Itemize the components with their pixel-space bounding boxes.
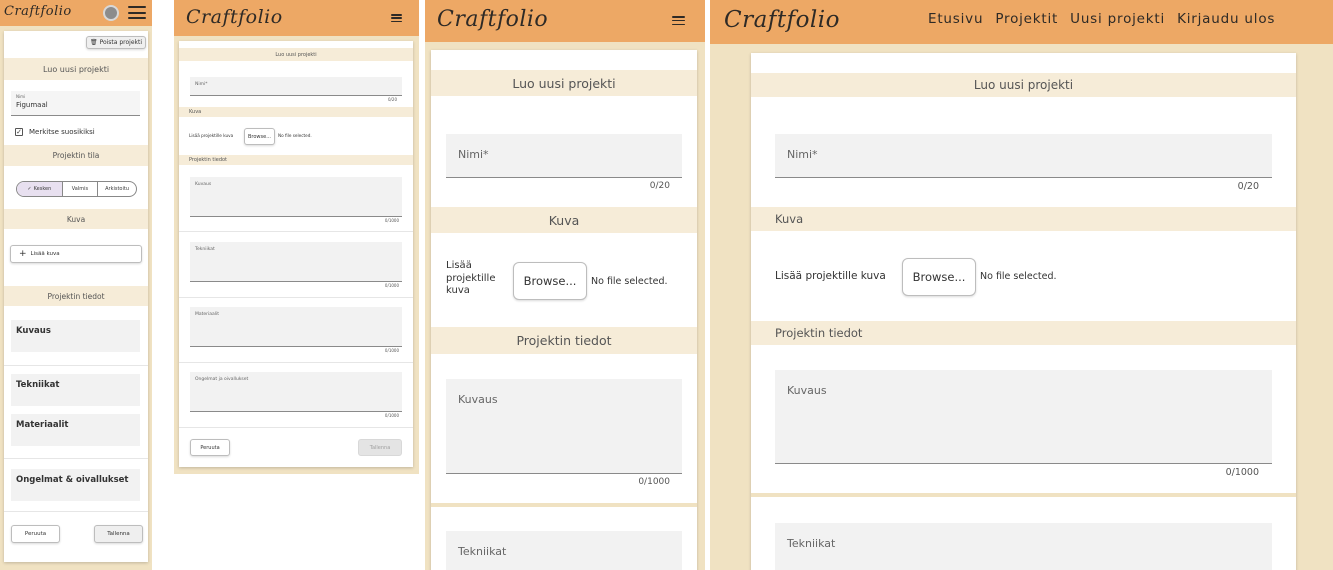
techniques-field[interactable]: Tekniikat bbox=[190, 242, 402, 282]
materials-field[interactable]: Materiaalit bbox=[190, 307, 402, 347]
trash-icon: 🗑 bbox=[89, 39, 98, 46]
status-toggle-group: ✓ Kesken Valmis Arkistoitu bbox=[16, 181, 137, 197]
status-option-arkistoitu[interactable]: Arkistoitu bbox=[98, 182, 136, 196]
materials-field[interactable]: Materiaalit bbox=[11, 414, 140, 446]
description-counter: 0/1000 bbox=[1225, 467, 1259, 478]
desktop-view: Craftfolio Etusivu Projektit Uusi projek… bbox=[710, 0, 1333, 570]
divider bbox=[751, 493, 1296, 497]
app-header: Craftfolio bbox=[0, 0, 152, 26]
techniques-counter: 0/1000 bbox=[384, 283, 399, 288]
app-header: Craftfolio Etusivu Projektit Uusi projek… bbox=[710, 0, 1333, 44]
browse-button[interactable]: Browse... bbox=[902, 258, 976, 296]
image-section-title: Kuva bbox=[4, 209, 148, 229]
divider bbox=[4, 365, 148, 366]
materials-counter: 0/1000 bbox=[384, 348, 399, 353]
problems-field[interactable]: Ongelmat ja oivallukset bbox=[190, 372, 402, 412]
browse-button[interactable]: Browse... bbox=[244, 128, 275, 145]
nav-link-projektit[interactable]: Projektit bbox=[995, 11, 1058, 27]
avatar[interactable] bbox=[103, 5, 119, 21]
add-image-label-line: projektille bbox=[446, 272, 496, 284]
add-image-label: Lisää projektille kuva bbox=[189, 133, 234, 138]
project-form-card: 🗑 Poista projekti Luo uusi projekti Nimi … bbox=[4, 31, 148, 562]
techniques-field[interactable]: Tekniikat bbox=[446, 531, 682, 570]
description-field[interactable]: Kuvaus bbox=[11, 320, 140, 352]
app-logo[interactable]: Craftfolio bbox=[437, 7, 548, 32]
divider bbox=[179, 297, 413, 298]
divider bbox=[179, 427, 413, 428]
form-title: Luo uusi projekti bbox=[179, 48, 413, 61]
project-form-card: Luo uusi projekti Nimi* 0/20 Kuva Lisää … bbox=[179, 41, 413, 467]
save-button[interactable]: Tallenna bbox=[358, 439, 402, 456]
add-image-label: Lisää projektille kuva bbox=[446, 260, 496, 298]
mobile-view-1: Craftfolio 🗑 Poista projekti Luo uusi pro… bbox=[0, 0, 152, 570]
plus-icon: + bbox=[19, 249, 27, 259]
image-section-title: Kuva bbox=[751, 207, 1296, 231]
description-field[interactable]: Kuvaus bbox=[190, 177, 402, 217]
techniques-field[interactable]: Tekniikat bbox=[775, 523, 1272, 570]
app-logo[interactable]: Craftfolio bbox=[724, 7, 840, 33]
form-title: Luo uusi projekti bbox=[751, 73, 1296, 97]
file-status: No file selected. bbox=[980, 271, 1057, 282]
status-option-kesken[interactable]: ✓ Kesken bbox=[17, 182, 63, 196]
techniques-field[interactable]: Tekniikat bbox=[11, 374, 140, 406]
check-icon: ✓ bbox=[27, 186, 32, 192]
cancel-button[interactable]: Peruuta bbox=[190, 439, 230, 456]
favorite-checkbox[interactable]: ✓ bbox=[15, 128, 23, 136]
description-field[interactable]: Kuvaus bbox=[446, 379, 682, 474]
project-form-card: Luo uusi projekti Nimi* 0/20 Kuva Lisää … bbox=[751, 53, 1296, 570]
image-section-title: Kuva bbox=[179, 107, 413, 117]
mobile-view-3: Craftfolio Luo uusi projekti Nimi* 0/20 … bbox=[425, 0, 705, 570]
description-counter: 0/1000 bbox=[384, 218, 399, 223]
add-image-button[interactable]: + Lisää kuva bbox=[10, 245, 142, 263]
form-title: Luo uusi projekti bbox=[4, 58, 148, 80]
name-field[interactable]: Nimi* bbox=[190, 77, 402, 96]
nav-link-kirjaudu-ulos[interactable]: Kirjaudu ulos bbox=[1177, 11, 1275, 27]
menu-icon[interactable] bbox=[672, 16, 685, 25]
main-nav: Etusivu Projektit Uusi projekti Kirjaudu… bbox=[928, 11, 1275, 27]
add-image-label-line: Lisää bbox=[446, 260, 472, 271]
delete-project-button[interactable]: 🗑 Poista projekti bbox=[86, 36, 146, 49]
favorite-label: Merkitse suosikiksi bbox=[29, 128, 95, 136]
divider bbox=[431, 503, 697, 507]
problems-counter: 0/1000 bbox=[384, 413, 399, 418]
form-title: Luo uusi projekti bbox=[431, 70, 697, 96]
nav-link-etusivu[interactable]: Etusivu bbox=[928, 11, 983, 27]
cancel-button[interactable]: Peruuta bbox=[11, 525, 60, 543]
details-section-title: Projektin tiedot bbox=[179, 155, 413, 165]
mobile-view-2: Craftfolio Luo uusi projekti Nimi* 0/20 … bbox=[174, 0, 419, 474]
problems-field[interactable]: Ongelmat & oivallukset bbox=[11, 469, 140, 501]
description-field[interactable]: Kuvaus bbox=[775, 370, 1272, 464]
app-header: Craftfolio bbox=[174, 0, 419, 36]
status-option-valmis[interactable]: Valmis bbox=[63, 182, 99, 196]
description-counter: 0/1000 bbox=[638, 477, 670, 487]
divider bbox=[179, 362, 413, 363]
status-section-title: Projektin tila bbox=[4, 145, 148, 166]
details-section-title: Projektin tiedot bbox=[4, 286, 148, 306]
name-counter: 0/20 bbox=[388, 97, 397, 102]
save-button[interactable]: Tallenna bbox=[94, 525, 143, 543]
app-logo[interactable]: Craftfolio bbox=[186, 6, 283, 28]
name-counter: 0/20 bbox=[1237, 181, 1259, 192]
add-image-label: Lisää projektille kuva bbox=[775, 270, 886, 282]
nav-link-uusi-projekti[interactable]: Uusi projekti bbox=[1070, 11, 1165, 27]
add-image-label-line: kuva bbox=[446, 285, 470, 296]
image-section-title: Kuva bbox=[431, 207, 697, 233]
divider bbox=[179, 231, 413, 232]
menu-icon[interactable] bbox=[391, 14, 402, 22]
file-status: No file selected. bbox=[278, 133, 312, 138]
name-counter: 0/20 bbox=[649, 181, 670, 191]
details-section-title: Projektin tiedot bbox=[431, 327, 697, 354]
file-status: No file selected. bbox=[591, 276, 668, 287]
name-field[interactable]: Nimi* bbox=[775, 134, 1272, 178]
app-header: Craftfolio bbox=[425, 0, 705, 42]
menu-icon[interactable] bbox=[128, 6, 146, 19]
project-form-card: Luo uusi projekti Nimi* 0/20 Kuva Lisää p… bbox=[431, 50, 697, 570]
app-logo[interactable]: Craftfolio bbox=[4, 4, 72, 19]
name-field[interactable]: Nimi Figumaal bbox=[11, 91, 140, 116]
divider bbox=[4, 458, 148, 459]
browse-button[interactable]: Browse... bbox=[513, 262, 587, 300]
divider bbox=[4, 511, 148, 512]
details-section-title: Projektin tiedot bbox=[751, 321, 1296, 345]
name-field[interactable]: Nimi* bbox=[446, 134, 682, 178]
